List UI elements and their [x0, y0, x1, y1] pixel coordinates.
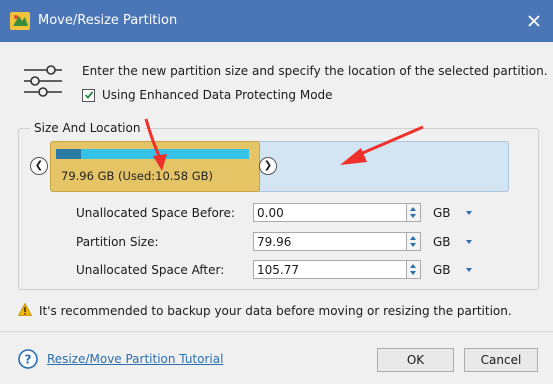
title-bar: Move/Resize Partition	[0, 0, 553, 42]
spin-down-icon[interactable]	[410, 214, 416, 218]
partition-tool-icon	[10, 12, 30, 30]
tutorial-link[interactable]: Resize/Move Partition Tutorial	[47, 352, 223, 366]
after-space-label: Unallocated Space After:	[76, 263, 225, 277]
checkmark-icon	[84, 91, 93, 99]
spin-down-icon[interactable]	[410, 271, 416, 275]
after-space-spinner[interactable]	[407, 260, 421, 279]
close-icon	[528, 15, 540, 27]
window-title: Move/Resize Partition	[38, 13, 178, 28]
after-space-unit: GB	[433, 263, 451, 277]
move-right-button[interactable]: ❯	[259, 157, 277, 175]
before-space-spinner[interactable]	[407, 203, 421, 222]
size-unit-dropdown-icon[interactable]	[466, 240, 472, 244]
intro-text: Enter the new partition size and specify…	[82, 64, 548, 78]
after-space-input[interactable]: 105.77	[253, 260, 407, 279]
partition-size-unit: GB	[433, 235, 451, 249]
close-button[interactable]	[519, 6, 549, 36]
before-space-unit: GB	[433, 206, 451, 220]
warning-icon	[18, 303, 32, 316]
partition-size-spinner[interactable]	[407, 232, 421, 251]
ok-button[interactable]: OK	[377, 348, 454, 372]
enhanced-mode-label: Using Enhanced Data Protecting Mode	[102, 88, 333, 102]
before-space-label: Unallocated Space Before:	[76, 206, 235, 220]
before-space-input[interactable]: 0.00	[253, 203, 407, 222]
after-unit-dropdown-icon[interactable]	[466, 268, 472, 272]
partition-size-input[interactable]: 79.96	[253, 232, 407, 251]
spin-up-icon[interactable]	[410, 264, 416, 268]
usage-bar	[56, 149, 249, 159]
spin-down-icon[interactable]	[410, 243, 416, 247]
spin-up-icon[interactable]	[410, 207, 416, 211]
help-icon[interactable]: ?	[18, 349, 38, 369]
used-space-fill	[56, 149, 82, 159]
chevron-left-icon: ❮	[34, 160, 44, 171]
cancel-button[interactable]: Cancel	[464, 348, 538, 372]
move-left-button[interactable]: ❮	[30, 157, 48, 175]
before-unit-dropdown-icon[interactable]	[466, 211, 472, 215]
move-resize-dialog: Move/Resize Partition Enter the new part…	[0, 0, 553, 384]
sliders-icon	[24, 65, 62, 97]
svg-text:?: ?	[25, 353, 32, 367]
chevron-right-icon: ❯	[263, 160, 273, 171]
spin-up-icon[interactable]	[410, 236, 416, 240]
footer-divider	[0, 331, 553, 332]
partition-size-field-label: Partition Size:	[76, 235, 159, 249]
enhanced-mode-option[interactable]: Using Enhanced Data Protecting Mode	[82, 88, 333, 102]
backup-warning-text: It's recommended to backup your data bef…	[39, 304, 512, 318]
enhanced-mode-checkbox[interactable]	[82, 88, 95, 102]
size-location-label: Size And Location	[30, 121, 145, 135]
partition-size-label: 79.96 GB (Used:10.58 GB)	[61, 169, 214, 183]
